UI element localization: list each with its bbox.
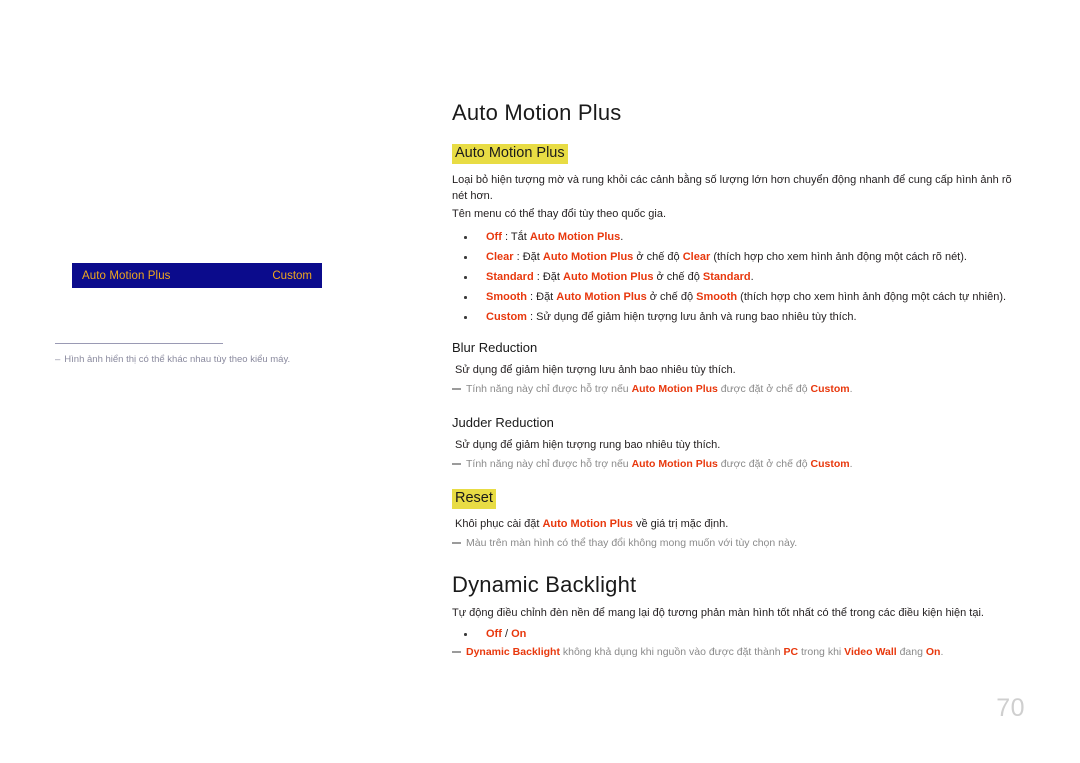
- left-note-text: Hình ảnh hiển thị có thể khác nhau tùy t…: [64, 354, 291, 365]
- dynamic-backlight-description: Tự động điều chỉnh đèn nền để mang lại đ…: [452, 607, 984, 619]
- option-term: Clear: [486, 251, 514, 263]
- text-run: : Đặt: [533, 271, 564, 283]
- text-run: trong khi: [798, 646, 845, 658]
- osd-menu-row-auto-motion-plus[interactable]: Auto Motion Plus Custom: [72, 263, 322, 288]
- text-run: được đặt ở chế độ: [717, 383, 811, 395]
- text-run: : Đặt: [526, 291, 557, 303]
- text-run: Tính năng này chỉ được hỗ trợ nếu: [466, 458, 632, 470]
- text-run: On: [511, 628, 527, 640]
- text-run: không khả dụng khi nguồn vào được đặt th…: [559, 646, 784, 658]
- text-run: Màu trên màn hình có thể thay đổi không …: [466, 537, 798, 549]
- subsection-header-reset-label: Reset: [452, 489, 496, 509]
- option-description: : Đặt Auto Motion Plus ở chế độ Clear (t…: [514, 251, 967, 263]
- text-run: về giá trị mặc định.: [632, 518, 729, 530]
- option-list-item: Off : Tắt Auto Motion Plus.: [452, 227, 1019, 247]
- text-run: ở chế độ: [646, 291, 697, 303]
- text-run: Auto Motion Plus: [556, 291, 647, 303]
- left-note: ‒ Hình ảnh hiển thị có thể khác nhau tùy…: [55, 353, 395, 367]
- text-run: Auto Motion Plus: [542, 518, 633, 530]
- text-run: Custom: [810, 383, 850, 395]
- text-run: Video Wall: [844, 646, 897, 658]
- text-run: ở chế độ: [633, 251, 683, 263]
- left-note-dash-icon: ‒: [55, 354, 61, 365]
- text-run: (thích hợp cho xem hình ảnh động một các…: [737, 291, 1007, 303]
- text-run: được đặt ở chế độ: [717, 458, 811, 470]
- text-run: Standard: [702, 271, 751, 283]
- osd-menu-value: Custom: [272, 269, 312, 282]
- option-list-item: Clear : Đặt Auto Motion Plus ở chế độ Cl…: [452, 247, 1019, 267]
- option-description: : Đặt Auto Motion Plus ở chế độ Smooth (…: [527, 291, 1006, 303]
- text-run: Smooth: [696, 291, 738, 303]
- text-run: Auto Motion Plus: [529, 231, 621, 243]
- text-run: đang: [896, 646, 926, 658]
- option-description: : Đặt Auto Motion Plus ở chế độ Standard…: [534, 271, 754, 283]
- auto-motion-plus-menu-note: Tên menu có thể thay đổi tùy theo quốc g…: [452, 208, 667, 220]
- osd-menu-label: Auto Motion Plus: [82, 269, 171, 282]
- text-run: .: [849, 458, 853, 470]
- text-run: Off: [486, 628, 502, 640]
- left-note-divider: [55, 343, 223, 344]
- dynamic-backlight-option-list: Off / On: [452, 624, 1019, 644]
- text-run: : Tắt: [501, 231, 530, 243]
- auto-motion-plus-description: Loại bỏ hiện tượng mờ và rung khỏi các c…: [452, 174, 1012, 202]
- text-run: : Đặt: [513, 251, 543, 263]
- subsection-header-auto-motion-plus: Auto Motion Plus: [452, 144, 568, 164]
- text-run: Auto Motion Plus: [542, 251, 634, 263]
- text-run: ở chế độ: [653, 271, 703, 283]
- auto-motion-plus-option-list: Off : Tắt Auto Motion Plus. Clear : Đặt A…: [452, 227, 1019, 327]
- text-run: : Sử dụng để giảm hiện tượng lưu ảnh và …: [526, 311, 857, 323]
- text-run: .: [940, 646, 944, 658]
- text-run: .: [849, 383, 853, 395]
- option-term: Standard: [486, 271, 534, 283]
- option-list-item: Smooth : Đặt Auto Motion Plus ở chế độ S…: [452, 287, 1019, 307]
- blur-reduction-description: Sử dụng để giảm hiện tượng lưu ảnh bao n…: [455, 364, 736, 376]
- subsection-header-reset: Reset: [452, 489, 496, 509]
- option-term: Smooth: [486, 291, 527, 303]
- text-run: /: [501, 628, 512, 640]
- text-run: (thích hợp cho xem hình ảnh động một các…: [710, 251, 967, 263]
- option-description: Off / On: [486, 628, 526, 640]
- text-run: .: [620, 231, 624, 243]
- left-illustration-column: Auto Motion Plus Custom ‒ Hình ảnh hiển …: [0, 0, 440, 763]
- text-run: Clear: [682, 251, 711, 263]
- content-column: Auto Motion Plus Auto Motion Plus Loại b…: [452, 0, 1022, 763]
- option-description: : Tắt Auto Motion Plus.: [502, 231, 623, 243]
- option-term: Off: [486, 231, 502, 243]
- text-run: Auto Motion Plus: [631, 458, 718, 470]
- text-run: On: [925, 646, 941, 658]
- page-number: 70: [996, 694, 1025, 722]
- judder-reduction-description: Sử dụng để giảm hiện tượng rung bao nhiê…: [455, 439, 721, 451]
- reset-note: Màu trên màn hình có thể thay đổi không …: [452, 536, 797, 551]
- text-run: Tính năng này chỉ được hỗ trợ nếu: [466, 383, 632, 395]
- page-title-auto-motion-plus: Auto Motion Plus: [452, 100, 622, 125]
- text-run: Auto Motion Plus: [631, 383, 718, 395]
- heading-judder-reduction: Judder Reduction: [452, 415, 554, 430]
- option-list-item: Custom : Sử dụng để giảm hiện tượng lưu …: [452, 307, 1019, 327]
- subsection-header-label: Auto Motion Plus: [452, 144, 568, 164]
- text-run: Auto Motion Plus: [563, 271, 654, 283]
- reset-description: Khôi phục cài đặt Auto Motion Plus về gi…: [452, 517, 728, 533]
- option-list-item: Off / On: [452, 624, 1019, 644]
- option-term: Custom: [486, 311, 527, 323]
- text-run: .: [750, 271, 754, 283]
- option-list-item: Standard : Đặt Auto Motion Plus ở chế độ…: [452, 267, 1019, 287]
- text-run: PC: [783, 646, 799, 658]
- dynamic-backlight-note: Dynamic Backlight không khả dụng khi ngu…: [452, 645, 943, 660]
- text-run: Khôi phục cài đặt: [455, 518, 543, 530]
- option-description: : Sử dụng để giảm hiện tượng lưu ảnh và …: [527, 311, 857, 323]
- page-title-dynamic-backlight: Dynamic Backlight: [452, 572, 637, 597]
- judder-reduction-note: Tính năng này chỉ được hỗ trợ nếu Auto M…: [452, 457, 853, 472]
- heading-blur-reduction: Blur Reduction: [452, 340, 538, 355]
- text-run: Dynamic Backlight: [466, 646, 560, 658]
- blur-reduction-note: Tính năng này chỉ được hỗ trợ nếu Auto M…: [452, 382, 853, 397]
- text-run: Custom: [810, 458, 850, 470]
